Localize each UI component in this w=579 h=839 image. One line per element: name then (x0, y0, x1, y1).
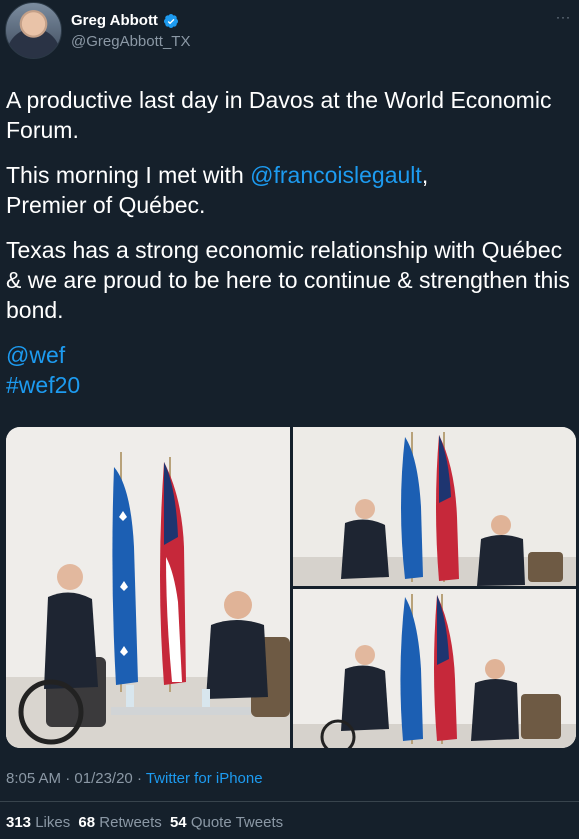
tweet-meta: 8:05 AM · 01/23/20 · Twitter for iPhone (6, 770, 263, 787)
tweet-text-segment: , (421, 162, 429, 188)
name-row: Greg Abbott (71, 12, 179, 29)
tweet-paragraph-1: A productive last day in Davos at the Wo… (6, 87, 552, 143)
likes-label: Likes (35, 814, 71, 831)
likes-count: 313 (6, 814, 32, 831)
verified-badge-icon (163, 13, 178, 28)
tweet-paragraph-3: Texas has a strong economic relationship… (6, 237, 570, 323)
meta-separator: · (61, 770, 75, 787)
avatar[interactable] (5, 2, 62, 59)
retweets-stat[interactable]: 68 Retweets (78, 814, 161, 831)
photo-meeting-close[interactable] (293, 589, 576, 748)
quote-tweets-stat[interactable]: 54 Quote Tweets (170, 814, 283, 831)
divider (0, 801, 579, 802)
quote-tweets-count: 54 (169, 814, 187, 831)
hashtag-link-wef20[interactable]: #wef20 (6, 372, 80, 398)
photo-illustration (293, 427, 576, 586)
retweets-label: Retweets (99, 814, 162, 831)
retweets-count: 68 (78, 814, 96, 831)
tweet-header: Greg Abbott @GregAbbott_TX ··· (5, 2, 575, 62)
photo-illustration (293, 589, 576, 748)
quote-tweets-label: Quote Tweets (190, 814, 284, 831)
tweet-paragraph-4: @wef #wef20 (6, 340, 574, 400)
user-handle[interactable]: @GregAbbott_TX (71, 33, 190, 50)
tweet-stats: 313 Likes 68 Retweets 54 Quote Tweets (6, 814, 287, 831)
tweet-source-link[interactable]: Twitter for iPhone (146, 770, 263, 787)
photo-meeting-wide[interactable] (293, 427, 576, 586)
photo-illustration (6, 427, 290, 748)
tweet-date[interactable]: 01/23/20 (74, 770, 132, 787)
more-options-icon[interactable]: ··· (556, 10, 571, 24)
tweet-text-segment: Premier of Québec. (6, 192, 206, 218)
tweet-time[interactable]: 8:05 AM (6, 770, 61, 787)
media-grid (6, 427, 576, 748)
likes-stat[interactable]: 313 Likes (6, 814, 70, 831)
mention-link-wef[interactable]: @wef (6, 342, 65, 368)
mention-link-francoislegault[interactable]: @francoislegault (250, 162, 422, 188)
photo-meeting-main[interactable] (6, 427, 290, 748)
tweet-text: A productive last day in Davos at the Wo… (6, 85, 574, 415)
tweet-text-segment: This morning I met with (6, 162, 251, 188)
display-name[interactable]: Greg Abbott (71, 12, 158, 29)
meta-separator: · (132, 770, 146, 787)
tweet-paragraph-2: This morning I met with @francoislegault… (6, 160, 574, 220)
